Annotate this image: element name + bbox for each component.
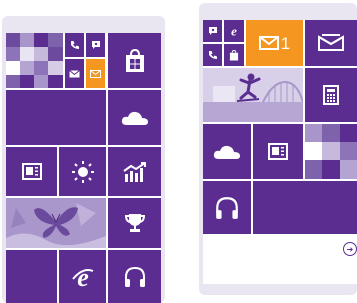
mail-orange-mini-tile[interactable]	[86, 59, 105, 88]
onedrive-tile[interactable]	[203, 124, 251, 179]
skater-photo-tile[interactable]	[203, 68, 303, 122]
photos-butterfly-tile[interactable]	[6, 198, 106, 248]
newspaper-icon	[21, 163, 42, 180]
mosaic-graphic	[305, 124, 357, 179]
messaging-tile[interactable]	[86, 33, 105, 57]
phone-icon	[70, 41, 79, 49]
skater-image	[203, 68, 303, 122]
ie-icon: e	[71, 265, 93, 289]
calculator-icon	[323, 85, 339, 105]
outlook-icon	[318, 34, 344, 51]
mail-icon	[90, 69, 101, 78]
weather-tile[interactable]	[59, 147, 106, 196]
onedrive-tile[interactable]	[108, 90, 161, 145]
calculator-tile[interactable]	[305, 68, 357, 122]
ie-small-tile[interactable]: e	[224, 20, 244, 42]
messaging-icon	[208, 27, 217, 35]
ie-icon: e	[231, 25, 237, 37]
right-phone-screen: e 1 ➔	[203, 20, 357, 284]
store-icon	[125, 48, 144, 72]
music-tile[interactable]	[108, 250, 161, 303]
mail-icon	[258, 36, 279, 50]
photo-mosaic-tile[interactable]	[305, 124, 357, 179]
blank-tile[interactable]	[6, 250, 57, 303]
store-small-tile[interactable]	[224, 44, 244, 66]
mail-tile[interactable]: 1	[246, 20, 303, 66]
messaging-icon	[91, 41, 100, 49]
photo-mosaic-tile[interactable]	[6, 33, 63, 88]
wide-tile[interactable]	[6, 90, 106, 145]
left-phone: e	[2, 16, 165, 303]
messaging-tile[interactable]	[203, 20, 222, 42]
wide-tile[interactable]	[253, 181, 357, 234]
svg-text:e: e	[77, 265, 89, 289]
mail-icon	[69, 69, 80, 77]
all-apps-arrow-icon[interactable]: ➔	[343, 242, 357, 256]
news-tile[interactable]	[253, 124, 303, 179]
mail-mini-tile[interactable]	[65, 59, 84, 88]
headphones-icon	[124, 266, 145, 287]
phone-tile[interactable]	[203, 44, 222, 66]
news-tile[interactable]	[6, 147, 57, 196]
phone-icon	[208, 51, 217, 59]
ie-tile[interactable]: e	[59, 250, 106, 303]
store-icon	[229, 49, 239, 60]
headphones-icon	[216, 196, 238, 219]
svg-text:e: e	[231, 25, 237, 37]
mail-count-badge: 1	[280, 33, 291, 53]
mosaic-graphic	[6, 33, 63, 88]
chart-icon	[122, 161, 146, 182]
cloud-icon	[213, 145, 240, 159]
sun-icon	[71, 160, 94, 183]
butterfly-image	[6, 198, 106, 248]
phone-tile[interactable]	[65, 33, 84, 57]
right-phone: e 1 ➔	[199, 3, 357, 295]
store-tile[interactable]	[108, 33, 161, 88]
cloud-icon	[121, 111, 148, 125]
games-tile[interactable]	[108, 198, 161, 248]
outlook-tile[interactable]	[305, 20, 357, 66]
newspaper-icon	[268, 143, 288, 160]
trophy-icon	[124, 214, 145, 232]
music-tile[interactable]	[203, 181, 251, 234]
arrow-glyph: ➔	[346, 244, 354, 254]
money-tile[interactable]	[108, 147, 161, 196]
left-phone-screen: e	[6, 33, 161, 303]
